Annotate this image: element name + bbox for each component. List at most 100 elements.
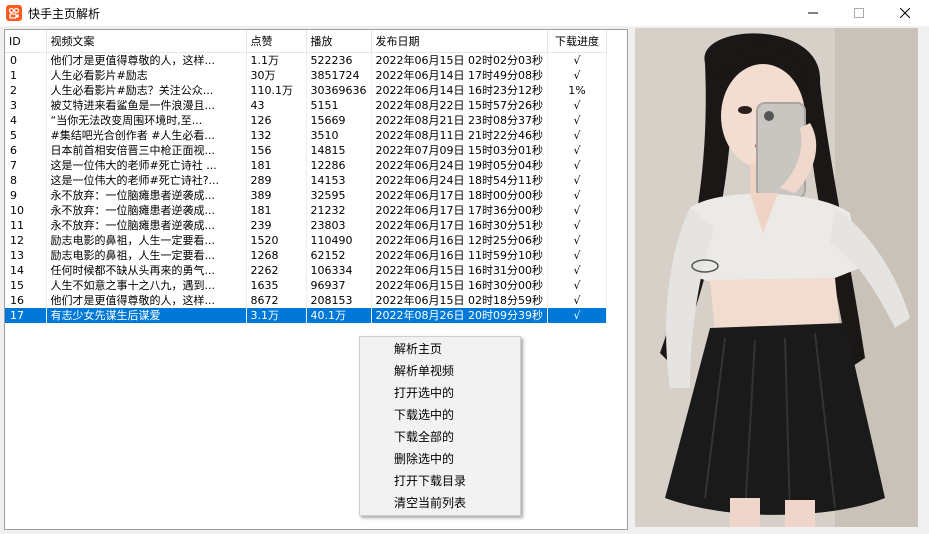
maximize-icon: [854, 8, 864, 18]
cell-likes: 110.1万: [246, 83, 307, 98]
window-title: 快手主页解析: [28, 7, 101, 21]
menu-item-parse-homepage[interactable]: 解析主页: [394, 338, 442, 360]
table-row[interactable]: 2 人生必看影片#励志？关注公众... 110.1万 30369636 2022年06月…: [5, 83, 607, 98]
kuaishou-logo-icon: [6, 5, 22, 21]
menu-item-download-all[interactable]: 下载全部的: [394, 426, 454, 448]
title-bar[interactable]: 快手主页解析: [0, 0, 929, 26]
cell-id: 0: [5, 52, 47, 68]
cell-plays: 15669: [306, 113, 372, 128]
cell-likes: 126: [246, 113, 307, 128]
cell-caption: 被艾特进来看鲨鱼是一件浪漫且...: [46, 98, 247, 113]
menu-item-clear-list[interactable]: 清空当前列表: [394, 492, 466, 514]
table-row[interactable]: 17 有志少女先谋生后谋爱 3.1万 40.1万 2022年08月26日 20时09分3…: [5, 308, 607, 323]
cell-plays: 40.1万: [306, 308, 372, 323]
cell-plays: 110490: [306, 233, 372, 248]
cell-download-progress: √: [547, 113, 607, 128]
cell-id: 5: [5, 128, 47, 143]
cell-download-progress: √: [547, 203, 607, 218]
menu-item-open-selected[interactable]: 打开选中的: [394, 382, 454, 404]
cell-likes: 389: [246, 188, 307, 203]
cell-plays: 208153: [306, 293, 372, 308]
minimize-icon: [808, 12, 818, 14]
table-row[interactable]: 4 “当你无法改变周围环境时,至... 126 15669 2022年08月21日 23…: [5, 113, 607, 128]
cell-plays: 21232: [306, 203, 372, 218]
cell-publish-date: 2022年06月15日 16时30分00秒: [371, 278, 548, 293]
table-row[interactable]: 10 永不放弃：一位脑瘫患者逆袭成... 181 21232 2022年06月17日 1…: [5, 203, 607, 218]
menu-item-delete-selected[interactable]: 删除选中的: [394, 448, 454, 470]
menu-item-download-selected[interactable]: 下载选中的: [394, 404, 454, 426]
cell-publish-date: 2022年06月24日 18时54分11秒: [371, 173, 548, 188]
menu-item-parse-single-video[interactable]: 解析单视频: [394, 360, 454, 382]
cell-caption: 日本前首相安倍晋三中枪正面视...: [46, 143, 247, 158]
cell-download-progress: √: [547, 128, 607, 143]
cell-plays: 14815: [306, 143, 372, 158]
minimize-button[interactable]: [790, 0, 836, 26]
table-row[interactable]: 13 励志电影的鼻祖，人生一定要看... 1268 62152 2022年06月16日 …: [5, 248, 607, 263]
cell-download-progress: √: [547, 68, 607, 83]
cell-download-progress: √: [547, 218, 607, 233]
cell-download-progress: √: [547, 173, 607, 188]
cell-download-progress: √: [547, 248, 607, 263]
cell-caption: 人生必看影片#励志: [46, 68, 247, 83]
maximize-button[interactable]: [836, 0, 882, 26]
cell-id: 3: [5, 98, 47, 113]
table-row[interactable]: 8 这是一位伟大的老师#死亡诗社?... 289 14153 2022年06月24日 1…: [5, 173, 607, 188]
cell-likes: 156: [246, 143, 307, 158]
table-row[interactable]: 1 人生必看影片#励志 30万 3851724 2022年06月14日 17时49分08…: [5, 68, 607, 83]
cell-publish-date: 2022年06月17日 17时36分00秒: [371, 203, 548, 218]
cell-download-progress: 1%: [547, 83, 607, 98]
column-header-caption[interactable]: 视频文案: [46, 30, 247, 53]
cell-plays: 32595: [306, 188, 372, 203]
table-row[interactable]: 3 被艾特进来看鲨鱼是一件浪漫且... 43 5151 2022年08月22日 15时5…: [5, 98, 607, 113]
cell-download-progress: √: [547, 188, 607, 203]
table-row[interactable]: 7 这是一位伟大的老师#死亡诗社 ... 181 12286 2022年06月24日 1…: [5, 158, 607, 173]
cell-download-progress: √: [547, 278, 607, 293]
cell-publish-date: 2022年06月15日 16时31分00秒: [371, 263, 548, 278]
cell-caption: 励志电影的鼻祖，人生一定要看...: [46, 233, 247, 248]
column-header-download-progress[interactable]: 下载进度: [547, 30, 607, 53]
cell-likes: 8672: [246, 293, 307, 308]
cell-download-progress: √: [547, 52, 607, 68]
table-row[interactable]: 12 励志电影的鼻祖，人生一定要看... 1520 110490 2022年06月16日…: [5, 233, 607, 248]
close-button[interactable]: [882, 0, 928, 26]
cell-likes: 1635: [246, 278, 307, 293]
cell-publish-date: 2022年06月14日 17时49分08秒: [371, 68, 548, 83]
cell-publish-date: 2022年08月22日 15时57分26秒: [371, 98, 548, 113]
cell-likes: 181: [246, 203, 307, 218]
column-header-likes[interactable]: 点赞: [246, 30, 307, 53]
table-row[interactable]: 9 永不放弃：一位脑瘫患者逆袭成... 389 32595 2022年06月17日 18…: [5, 188, 607, 203]
close-icon: [900, 8, 910, 18]
cell-id: 4: [5, 113, 47, 128]
column-header-plays[interactable]: 播放: [306, 30, 372, 53]
cell-plays: 96937: [306, 278, 372, 293]
table-row[interactable]: 6 日本前首相安倍晋三中枪正面视... 156 14815 2022年07月09日 15…: [5, 143, 607, 158]
cell-id: 8: [5, 173, 47, 188]
cell-caption: 励志电影的鼻祖，人生一定要看...: [46, 248, 247, 263]
cell-download-progress: √: [547, 143, 607, 158]
cell-publish-date: 2022年06月16日 12时25分06秒: [371, 233, 548, 248]
table-row[interactable]: 5 #集结吧光合创作者 #人生必看... 132 3510 2022年08月11日 21…: [5, 128, 607, 143]
column-header-id[interactable]: ID: [5, 30, 47, 53]
cell-caption: 永不放弃：一位脑瘫患者逆袭成...: [46, 218, 247, 233]
cell-publish-date: 2022年07月09日 15时03分01秒: [371, 143, 548, 158]
cell-likes: 1268: [246, 248, 307, 263]
video-list-table[interactable]: ID 视频文案 点赞 播放 发布日期 下载进度 0 他们才是更值得尊敬的人，这样.…: [4, 29, 628, 530]
cell-likes: 2262: [246, 263, 307, 278]
cell-download-progress: √: [547, 293, 607, 308]
cell-id: 13: [5, 248, 47, 263]
cell-plays: 522236: [306, 52, 372, 68]
photo-preview: [635, 28, 918, 527]
column-header-publish-date[interactable]: 发布日期: [371, 30, 548, 53]
table-row[interactable]: 14 任何时候都不缺从头再来的勇气... 2262 106334 2022年06月15日…: [5, 263, 607, 278]
table-row[interactable]: 15 人生不如意之事十之八九，遇到... 1635 96937 2022年06月15日 …: [5, 278, 607, 293]
cell-plays: 12286: [306, 158, 372, 173]
cell-download-progress: √: [547, 263, 607, 278]
cell-likes: 1.1万: [246, 52, 307, 68]
table-row[interactable]: 11 永不放弃：一位脑瘫患者逆袭成... 239 23803 2022年06月17日 1…: [5, 218, 607, 233]
menu-item-open-download-folder[interactable]: 打开下载目录: [394, 470, 466, 492]
cell-id: 16: [5, 293, 47, 308]
table-row[interactable]: 0 他们才是更值得尊敬的人，这样... 1.1万 522236 2022年06月15日 …: [5, 52, 607, 68]
table-row[interactable]: 16 他们才是更值得尊敬的人，这样... 8672 208153 2022年06月15日…: [5, 293, 607, 308]
cell-download-progress: √: [547, 233, 607, 248]
cell-plays: 3510: [306, 128, 372, 143]
